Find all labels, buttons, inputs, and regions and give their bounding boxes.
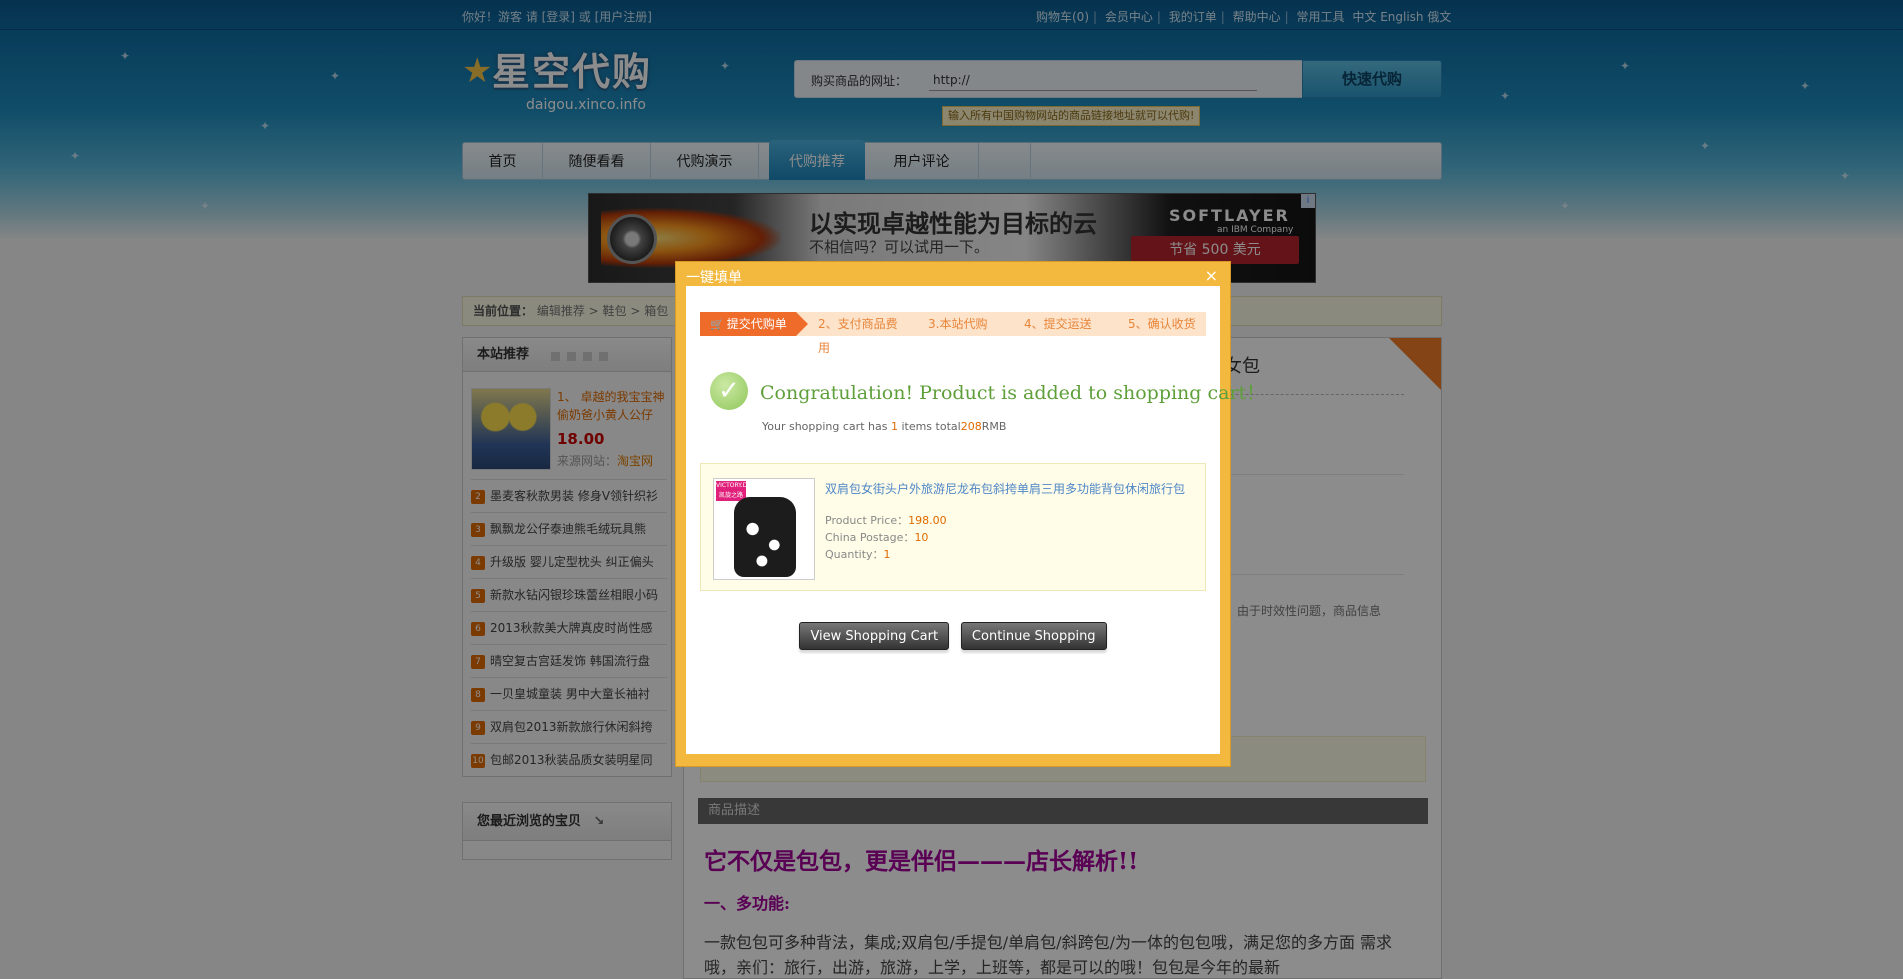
cart-count: 1	[890, 420, 898, 433]
check-icon: ✓	[710, 372, 748, 410]
step-submit-order: 🛒 提交代购单	[700, 312, 808, 336]
continue-shopping-button[interactable]: Continue Shopping	[960, 622, 1107, 650]
close-icon[interactable]: ×	[1205, 266, 1218, 285]
modal-title: 一键填单	[686, 270, 742, 286]
product-thumbnail[interactable]: VICTORY.DE 凯旋之路	[713, 478, 815, 580]
cart-summary: Your shopping cart has 1 items total208R…	[762, 420, 1007, 433]
product-name-link[interactable]: 双肩包女街头户外旅游尼龙布包斜挎单肩三用多功能背包休闲旅行包	[825, 480, 1195, 497]
china-postage: China Postage：10	[825, 531, 929, 544]
view-cart-button[interactable]: View Shopping Cart	[799, 622, 950, 650]
step-purchase: 3.本站代购	[906, 312, 1014, 336]
quick-order-modal: 一键填单 × 🛒 提交代购单 2、支付商品费用 3.本站代购 4、提交运送 5、确…	[675, 261, 1265, 767]
step-ship: 4、提交运送	[1002, 312, 1118, 336]
step-confirm: 5、确认收货	[1106, 312, 1206, 336]
quantity: Quantity：1	[825, 548, 891, 561]
cart-total: 208	[960, 420, 982, 433]
cart-icon: 🛒	[710, 318, 724, 331]
order-steps: 🛒 提交代购单 2、支付商品费用 3.本站代购 4、提交运送 5、确认收货	[700, 312, 1206, 355]
backpack-image	[734, 497, 796, 577]
modal-actions: View Shopping Cart Continue Shopping	[686, 622, 1220, 650]
product-price: Product Price：198.00	[825, 514, 947, 527]
step-pay: 2、支付商品费用	[796, 312, 918, 355]
added-product: VICTORY.DE 凯旋之路 双肩包女街头户外旅游尼龙布包斜挎单肩三用多功能背…	[700, 463, 1206, 591]
success-message: Congratulation! Product is added to shop…	[760, 382, 1266, 404]
modal-body: 🛒 提交代购单 2、支付商品费用 3.本站代购 4、提交运送 5、确认收货 ✓ C…	[686, 286, 1265, 754]
